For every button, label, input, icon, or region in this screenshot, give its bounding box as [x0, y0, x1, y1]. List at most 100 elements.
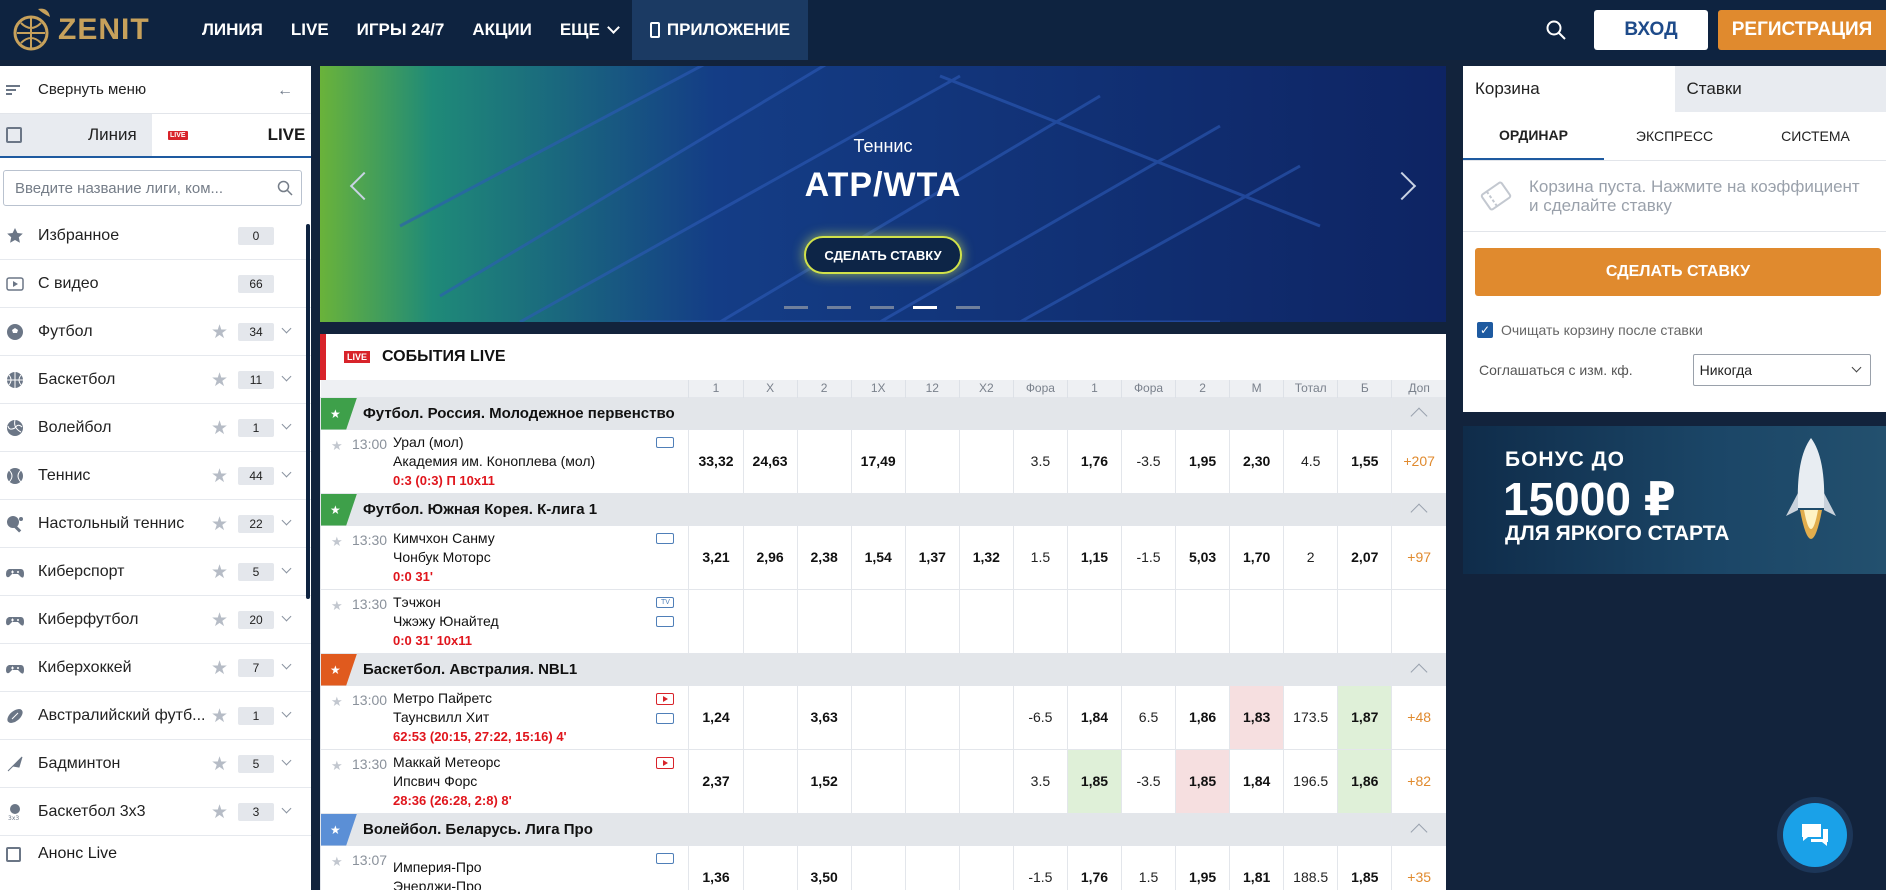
sidebar-item-sport[interactable]: Киберхоккей ★ 7: [0, 644, 311, 692]
odds-cell[interactable]: 33,32: [688, 428, 744, 493]
odds-cell[interactable]: 1,86: [1175, 684, 1230, 749]
match-info-cell[interactable]: ★ 13:30 Тэчжон Чжэжу Юнайтед 0:0 31' 10x11 TV: [319, 588, 689, 653]
tab-live[interactable]: LIVE LIVE: [152, 114, 311, 156]
favorite-star-icon[interactable]: ★: [331, 756, 343, 775]
favorite-star-icon[interactable]: ★: [211, 369, 228, 392]
favorite-star-icon[interactable]: ★: [331, 692, 343, 711]
odds-cell[interactable]: 2,37: [688, 748, 744, 813]
favorite-star-icon[interactable]: ★: [211, 321, 228, 344]
league-row[interactable]: ★ Футбол. Южная Корея. К-лига 1: [319, 492, 1446, 526]
odds-cell[interactable]: 1,52: [796, 748, 852, 813]
tab-express[interactable]: ЭКСПРЕСС: [1604, 112, 1745, 160]
odds-cell[interactable]: 1,32: [958, 524, 1014, 589]
statistics-icon[interactable]: [656, 436, 675, 448]
sidebar-item-sport[interactable]: Киберфутбол ★ 20: [0, 596, 311, 644]
clear-slip-checkbox[interactable]: ✓ Очищать корзину после ставки: [1477, 322, 1886, 338]
league-row[interactable]: ★ Футбол. Россия. Молодежное первенство: [319, 396, 1446, 430]
sidebar-item-sport[interactable]: 3x3 Баскетбол 3х3 ★ 3: [0, 788, 311, 836]
league-flag[interactable]: ★: [321, 653, 357, 686]
statistics-icon[interactable]: [656, 532, 675, 544]
register-button[interactable]: РЕГИСТРАЦИЯ: [1718, 10, 1886, 50]
favorite-star-icon[interactable]: ★: [211, 561, 228, 584]
more-markets-button[interactable]: +97: [1391, 524, 1446, 589]
odds-cell[interactable]: 1,86: [1337, 748, 1392, 813]
tv-icon[interactable]: TV: [656, 596, 675, 608]
odds-cell[interactable]: 1,95: [1175, 428, 1230, 493]
odds-cell[interactable]: 3,63: [796, 684, 852, 749]
banner-dot[interactable]: [913, 306, 937, 309]
tab-cart[interactable]: Корзина: [1463, 66, 1675, 112]
odds-cell[interactable]: 17,49: [850, 428, 906, 493]
odds-cell[interactable]: 1,37: [904, 524, 960, 589]
odds-cell[interactable]: 1,85: [1066, 748, 1122, 813]
search-icon[interactable]: [1546, 20, 1566, 40]
chevron-down-icon[interactable]: [281, 419, 292, 430]
banner-dot[interactable]: [827, 306, 851, 309]
collapse-league-cell[interactable]: [1391, 812, 1446, 845]
support-chat-button[interactable]: [1777, 797, 1853, 873]
sidebar-item-sport[interactable]: Баскетбол ★ 11: [0, 356, 311, 404]
statistics-icon[interactable]: [656, 852, 675, 864]
chevron-down-icon[interactable]: [281, 515, 292, 526]
banner-dot[interactable]: [870, 306, 894, 309]
odds-cell[interactable]: 1,84: [1066, 684, 1122, 749]
tab-system[interactable]: СИСТЕМА: [1745, 112, 1886, 160]
chevron-down-icon[interactable]: [281, 467, 292, 478]
league-row[interactable]: ★ Баскетбол. Австралия. NBL1: [319, 652, 1446, 686]
odds-cell[interactable]: 1,87: [1337, 684, 1392, 749]
odds-cell[interactable]: 2,38: [796, 524, 852, 589]
chevron-down-icon[interactable]: [281, 611, 292, 622]
match-info-cell[interactable]: ★ 13:00 Урал (мол) Академия им. Коноплева (…: [319, 428, 689, 493]
favorite-star-icon[interactable]: ★: [331, 852, 343, 871]
favorite-star-icon[interactable]: ★: [331, 596, 343, 615]
chevron-down-icon[interactable]: [281, 707, 292, 718]
chevron-down-icon[interactable]: [281, 659, 292, 670]
odds-cell[interactable]: 1,85: [1337, 844, 1392, 890]
odds-cell[interactable]: 1,95: [1175, 844, 1230, 890]
odds-cell[interactable]: 1,36: [688, 844, 744, 890]
sidebar-item-sport[interactable]: Киберспорт ★ 5: [0, 548, 311, 596]
odds-cell[interactable]: 1,54: [850, 524, 906, 589]
chevron-down-icon[interactable]: [281, 563, 292, 574]
favorite-star-icon[interactable]: ★: [331, 436, 343, 455]
favorite-star-icon[interactable]: ★: [211, 609, 228, 632]
nav-live[interactable]: LIVE: [277, 0, 343, 60]
tab-line[interactable]: Линия: [0, 114, 152, 156]
bonus-banner[interactable]: БОНУС ДО 15000 ₽ ДЛЯ ЯРКОГО СТАРТА: [1463, 426, 1886, 574]
nav-promos[interactable]: АКЦИИ: [458, 0, 546, 60]
favorite-star-icon[interactable]: ★: [211, 753, 228, 776]
statistics-icon[interactable]: [656, 712, 675, 724]
league-flag[interactable]: ★: [321, 397, 357, 430]
odds-cell[interactable]: 1,81: [1229, 844, 1284, 890]
banner-dot[interactable]: [956, 306, 980, 309]
odds-cell[interactable]: 1,83: [1229, 684, 1284, 749]
favorite-star-icon[interactable]: ★: [211, 801, 228, 824]
place-bet-button[interactable]: СДЕЛАТЬ СТАВКУ: [1475, 248, 1881, 296]
league-flag[interactable]: ★: [321, 813, 357, 846]
more-markets-button[interactable]: +207: [1391, 428, 1446, 493]
tab-bets[interactable]: Ставки: [1674, 66, 1886, 112]
odds-cell[interactable]: 1,84: [1229, 748, 1284, 813]
banner-bet-button[interactable]: СДЕЛАТЬ СТАВКУ: [804, 236, 962, 274]
odds-change-select[interactable]: Никогда: [1692, 354, 1871, 386]
sidebar-item-sport[interactable]: Теннис ★ 44: [0, 452, 311, 500]
match-info-cell[interactable]: ★ 13:30 Маккай Метеорс Ипсвич Форс 28:36 (26…: [319, 748, 689, 813]
collapse-menu[interactable]: Свернуть меню ←: [0, 66, 311, 114]
sidebar-item-sport[interactable]: Бадминтон ★ 5: [0, 740, 311, 788]
collapse-league-cell[interactable]: [1391, 396, 1446, 429]
odds-cell[interactable]: 2,30: [1229, 428, 1284, 493]
odds-cell[interactable]: 24,63: [742, 428, 798, 493]
chevron-down-icon[interactable]: [281, 755, 292, 766]
video-play-icon[interactable]: [656, 756, 675, 769]
odds-cell[interactable]: 2,07: [1337, 524, 1392, 589]
chevron-down-icon[interactable]: [281, 371, 292, 382]
favorite-star-icon[interactable]: ★: [331, 532, 343, 551]
tab-single[interactable]: ОРДИНАР: [1463, 112, 1604, 160]
promo-banner[interactable]: Теннис ATP/WTA СДЕЛАТЬ СТАВКУ: [320, 66, 1446, 322]
favorite-star-icon[interactable]: ★: [211, 705, 228, 728]
nav-app[interactable]: ПРИЛОЖЕНИЕ: [631, 0, 809, 60]
banner-dot[interactable]: [784, 306, 808, 309]
odds-cell[interactable]: 1,15: [1066, 524, 1122, 589]
favorite-star-icon[interactable]: ★: [211, 657, 228, 680]
sidebar-item-sport[interactable]: Волейбол ★ 1: [0, 404, 311, 452]
